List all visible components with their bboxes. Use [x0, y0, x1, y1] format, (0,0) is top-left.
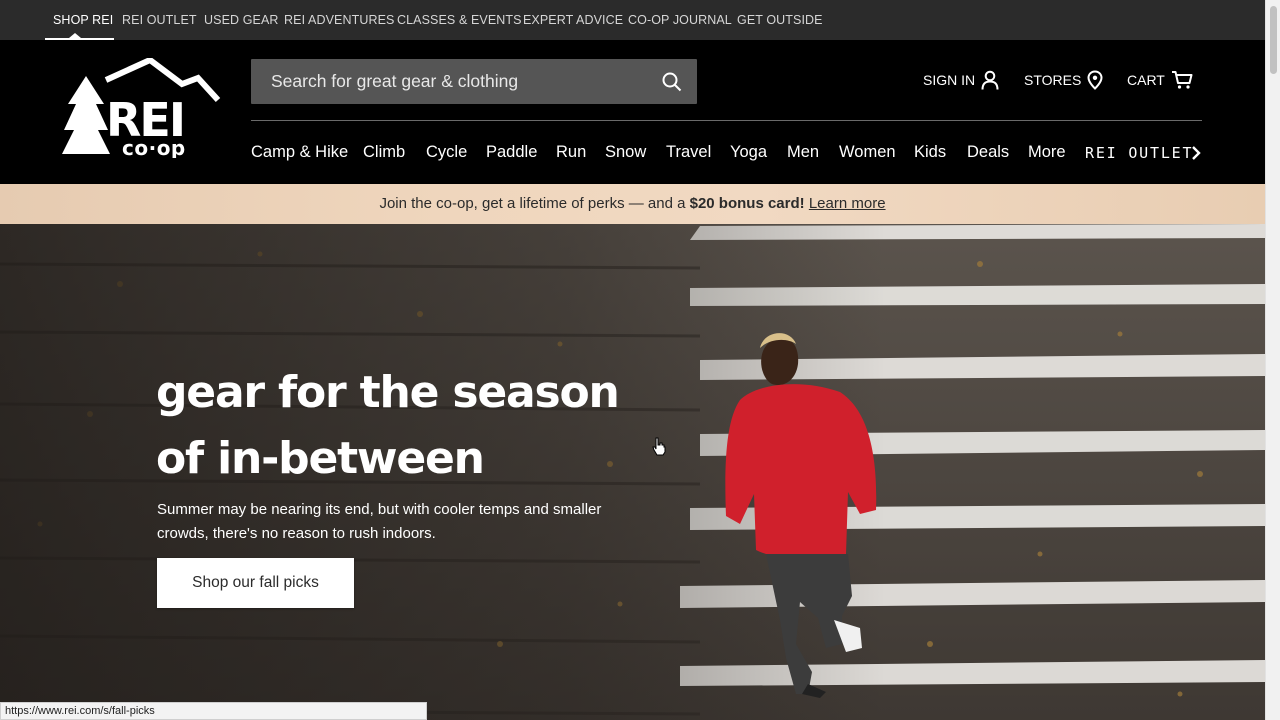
hero-subtitle: Summer may be nearing its end, but with …	[157, 501, 602, 542]
cart-icon	[1171, 71, 1193, 89]
utility-link-classes-events[interactable]: CLASSES & EVENTS	[397, 13, 522, 27]
hero-title: gear for the season of in-between	[156, 360, 716, 492]
hero-section: gear for the season of in-between Summer…	[0, 224, 1265, 720]
location-pin-icon	[1087, 70, 1103, 90]
search-box	[251, 59, 697, 104]
sign-in-link[interactable]: SIGN IN	[923, 70, 999, 90]
nav-rei-outlet[interactable]: REI OUTLET	[1085, 144, 1193, 162]
nav-kids[interactable]: Kids	[914, 143, 946, 162]
hero-title-line-2: of in-between	[156, 433, 485, 484]
nav-deals[interactable]: Deals	[967, 143, 1009, 162]
utility-link-rei-outlet[interactable]: REI OUTLET	[122, 13, 197, 27]
header-divider	[251, 120, 1202, 121]
banner-text: Join the co-op, get a lifetime of perks …	[379, 195, 686, 212]
nav-run[interactable]: Run	[556, 143, 586, 162]
stores-link[interactable]: STORES	[1024, 70, 1103, 90]
learn-more-link[interactable]: Learn more	[809, 195, 886, 212]
scrollbar-thumb[interactable]	[1270, 6, 1277, 74]
utility-link-get-outside[interactable]: GET OUTSIDE	[737, 13, 823, 27]
nav-men[interactable]: Men	[787, 143, 819, 162]
stores-label: STORES	[1024, 72, 1082, 88]
nav-more[interactable]: More	[1028, 143, 1066, 162]
utility-link-used-gear[interactable]: USED GEAR	[204, 13, 279, 27]
site-header: REI co·op SIGN IN STORES CART Camp	[0, 40, 1265, 184]
chevron-right-icon[interactable]	[1190, 145, 1202, 161]
hero-title-line-1: gear for the season	[156, 367, 620, 418]
rei-coop-logo[interactable]: REI co·op	[62, 58, 222, 158]
nav-paddle[interactable]: Paddle	[486, 143, 537, 162]
nav-cycle[interactable]: Cycle	[426, 143, 467, 162]
nav-camp-hike[interactable]: Camp & Hike	[251, 143, 348, 162]
nav-travel[interactable]: Travel	[666, 143, 711, 162]
cart-label: CART	[1127, 72, 1165, 88]
nav-women[interactable]: Women	[839, 143, 896, 162]
page-scrollbar[interactable]	[1265, 0, 1280, 720]
cart-link[interactable]: CART	[1127, 70, 1193, 90]
utility-link-rei-adventures[interactable]: REI ADVENTURES	[284, 13, 394, 27]
sign-in-label: SIGN IN	[923, 72, 976, 88]
active-tab-caret	[69, 33, 81, 38]
status-bar-url: https://www.rei.com/s/fall-picks	[0, 702, 427, 720]
utility-link-expert-advice[interactable]: EXPERT ADVICE	[523, 13, 623, 27]
banner-bonus: $20 bonus card!	[689, 195, 805, 212]
utility-link-shop-rei[interactable]: SHOP REI	[53, 13, 113, 27]
person-icon	[981, 70, 999, 90]
search-icon[interactable]	[661, 71, 683, 93]
nav-snow[interactable]: Snow	[605, 143, 646, 162]
svg-text:co·op: co·op	[122, 136, 186, 158]
nav-climb[interactable]: Climb	[363, 143, 405, 162]
membership-banner: Join the co-op, get a lifetime of perks …	[0, 184, 1265, 224]
utility-bar: SHOP REI REI OUTLET USED GEAR REI ADVENT…	[0, 0, 1265, 40]
nav-yoga[interactable]: Yoga	[730, 143, 767, 162]
shop-fall-picks-button[interactable]: Shop our fall picks	[157, 558, 354, 608]
hand-cursor-icon	[652, 437, 666, 456]
utility-link-coop-journal[interactable]: CO-OP JOURNAL	[628, 13, 732, 27]
search-input[interactable]	[251, 59, 651, 104]
